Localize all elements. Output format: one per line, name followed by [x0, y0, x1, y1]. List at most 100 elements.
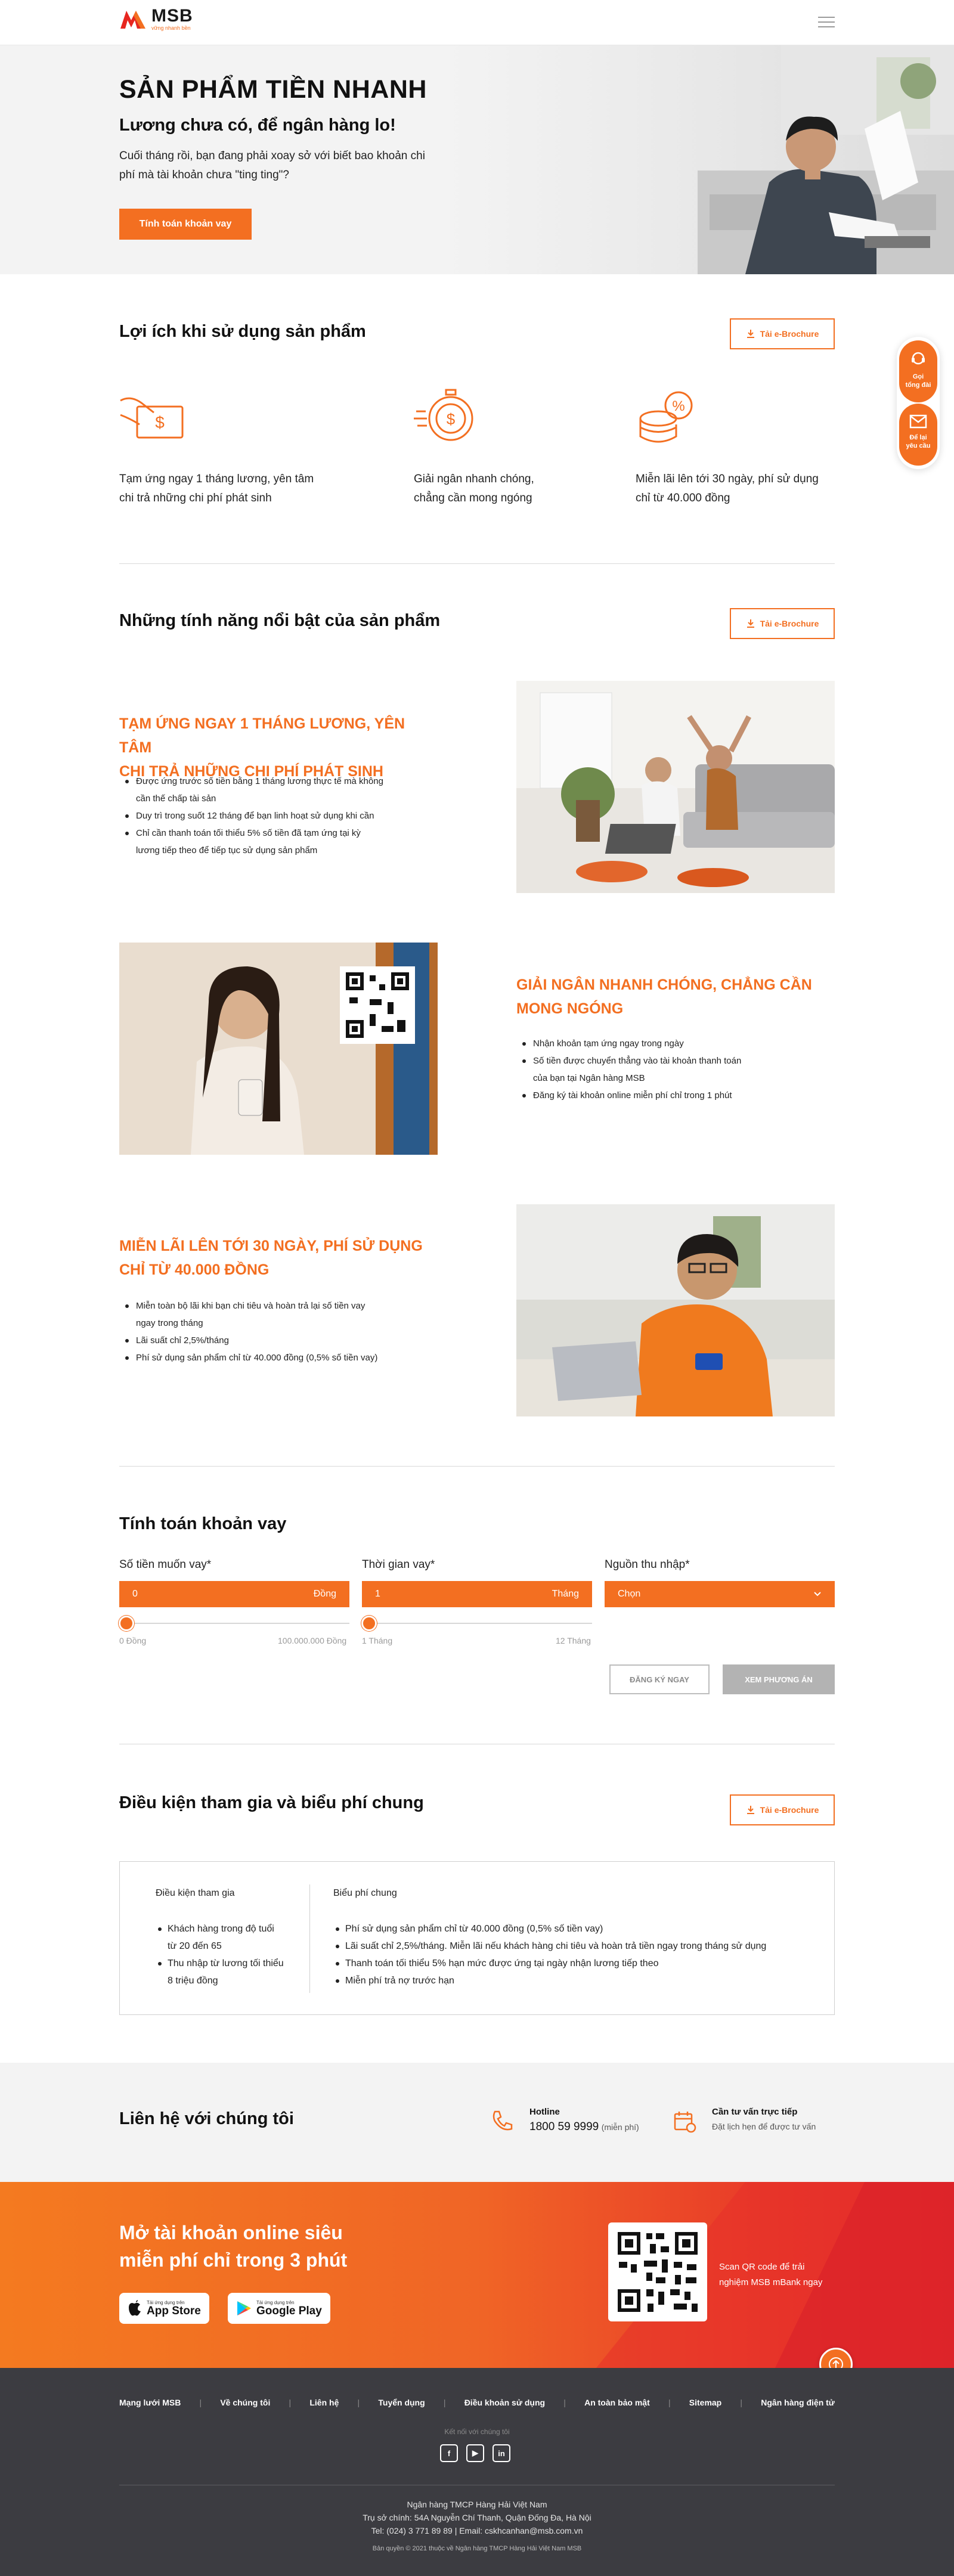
- chevron-down-icon: [814, 1592, 821, 1597]
- separator: |: [199, 2398, 202, 2407]
- benefit-3-line2: chỉ từ 40.000 đồng: [636, 492, 730, 504]
- facebook-icon[interactable]: f: [440, 2444, 458, 2462]
- svg-text:$: $: [155, 413, 165, 432]
- footer-link-ebanking[interactable]: Ngân hàng điện tử: [761, 2398, 835, 2407]
- feature-2-photo: [119, 943, 438, 1155]
- money-hand-icon: $: [119, 389, 185, 449]
- hero-subtitle: Lương chưa có, để ngân hàng lo!: [119, 116, 396, 135]
- brochure-button-benefits[interactable]: Tải e-Brochure: [730, 318, 835, 349]
- brochure-button-features[interactable]: Tải e-Brochure: [730, 608, 835, 639]
- fees-title: Biểu phí chung: [333, 1888, 397, 1898]
- app-store-button[interactable]: Tải ứng dụng trên App Store: [119, 2293, 209, 2324]
- separator: |: [357, 2398, 360, 2407]
- leave-request-label-2: yêu cầu: [906, 442, 931, 450]
- bank-name: Ngân hàng TMCP Hàng Hải Việt Nam: [407, 2500, 547, 2509]
- site-footer: Mạng lưới MSB | Về chúng tôi | Liên hệ | Tu…: [0, 2368, 954, 2576]
- brochure-button-conditions[interactable]: Tải e-Brochure: [730, 1794, 835, 1825]
- view-plan-button[interactable]: XEM PHƯƠNG ÁN: [723, 1664, 835, 1694]
- leave-request-button[interactable]: Để lại yêu cầu: [899, 404, 937, 466]
- loan-amount-slider-handle[interactable]: [119, 1616, 134, 1631]
- conditions-box: Điều kiện tham gia Khách hàng trong độ t…: [119, 1861, 835, 2015]
- list-item: của bạn tại Ngân hàng MSB: [533, 1073, 645, 1083]
- hotline-block[interactable]: Hotline 1800 59 9999 (miễn phí): [529, 2107, 639, 2134]
- list-item: Được ứng trước số tiền bằng 1 tháng lươn…: [119, 773, 429, 790]
- benefit-3-line1: Miễn lãi lên tới 30 ngày, phí sử dụng: [636, 473, 819, 485]
- hotline-note: (miễn phí): [601, 2122, 639, 2132]
- feature-2-list: Nhận khoản tạm ứng ngay trong ngày Số ti…: [516, 1035, 803, 1104]
- stopwatch-money-icon: $: [414, 388, 481, 450]
- footer-link-network[interactable]: Mạng lưới MSB: [119, 2398, 181, 2407]
- loan-term-field[interactable]: 1 Tháng: [362, 1581, 592, 1607]
- loan-amount-slider-track[interactable]: [119, 1623, 349, 1624]
- feature-1-list: Được ứng trước số tiền bằng 1 tháng lươn…: [119, 773, 429, 859]
- call-hotline-button[interactable]: Gọi tổng đài: [899, 340, 937, 402]
- hero-image: [447, 45, 954, 274]
- list-item: Đăng ký tài khoản online miễn phí chỉ tr…: [516, 1087, 803, 1104]
- list-item: Lãi suất chỉ 2,5%/tháng: [119, 1332, 429, 1349]
- advice-label: Cần tư vấn trực tiếp: [712, 2107, 798, 2117]
- income-source-select[interactable]: Chọn: [605, 1581, 835, 1607]
- hamburger-icon[interactable]: [818, 13, 835, 30]
- calculator-title: Tính toán khoản vay: [119, 1514, 287, 1533]
- advice-block[interactable]: Cần tư vấn trực tiếp Đặt lịch hẹn để đượ…: [712, 2107, 816, 2131]
- footer-link-about[interactable]: Về chúng tôi: [220, 2398, 270, 2407]
- loan-term-min: 1 Tháng: [362, 1636, 393, 1645]
- income-source-label: Nguồn thu nhập*: [605, 1558, 690, 1571]
- footer-link-security[interactable]: An toàn bảo mật: [584, 2398, 650, 2407]
- list-item: Chỉ cần thanh toán tối thiểu 5% số tiền …: [119, 824, 429, 842]
- loan-amount-field[interactable]: 0 Đồng: [119, 1581, 349, 1607]
- app-download-section: Mở tài khoản online siêu miễn phí chỉ tr…: [0, 2182, 954, 2368]
- qr-instruction: Scan QR code để trải nghiệm MSB mBank ng…: [719, 2262, 823, 2287]
- footer-link-terms[interactable]: Điều khoản sử dụng: [464, 2398, 545, 2407]
- phone-icon: [490, 2109, 514, 2136]
- loan-term-unit: Tháng: [552, 1589, 579, 1599]
- calendar-icon: [673, 2109, 696, 2136]
- footer-link-careers[interactable]: Tuyển dụng: [378, 2398, 425, 2407]
- calculate-loan-button[interactable]: Tính toán khoản vay: [119, 209, 252, 240]
- list-item: từ 20 đến 65: [168, 1941, 222, 1951]
- brochure-label: Tải e-Brochure: [760, 1805, 819, 1815]
- benefits-title: Lợi ích khi sử dụng sản phẩm: [119, 322, 366, 341]
- bank-address: Trụ sở chính: 54A Nguyễn Chí Thanh, Quận…: [363, 2513, 591, 2522]
- list-item: Phí sử dụng sản phẩm chỉ từ 40.000 đồng …: [333, 1920, 822, 1938]
- msb-logo[interactable]: MSB vững nhanh bền: [119, 7, 193, 31]
- loan-amount-unit: Đồng: [313, 1589, 336, 1599]
- hotline-number: 1800 59 9999: [529, 2121, 599, 2133]
- feature-3-title-line1: MIỄN LÃI LÊN TỚI 30 NGÀY, PHÍ SỬ DỤNG: [119, 1238, 423, 1254]
- logo-tagline: vững nhanh bền: [151, 25, 191, 31]
- feature-3-title-line2: CHỈ TỪ 40.000 ĐỒNG: [119, 1261, 270, 1278]
- register-now-button[interactable]: ĐĂNG KÝ NGAY: [609, 1664, 710, 1694]
- list-item: Duy trì trong suốt 12 tháng để bạn linh …: [119, 807, 429, 824]
- loan-amount-value: 0: [132, 1589, 138, 1599]
- footer-link-contact[interactable]: Liên hệ: [309, 2398, 339, 2407]
- mail-icon: [909, 414, 927, 429]
- list-item: 8 triệu đồng: [168, 1976, 218, 1986]
- loan-term-value: 1: [375, 1589, 380, 1599]
- feature-2-title-line2: MONG NGÓNG: [516, 1000, 624, 1017]
- linkedin-icon[interactable]: in: [493, 2444, 510, 2462]
- list-item: Thu nhập từ lương tối thiểu: [156, 1955, 299, 1972]
- download-icon: [747, 1806, 754, 1814]
- app-title: Mở tài khoản online siêu miễn phí chỉ tr…: [119, 2222, 348, 2271]
- list-item: ngay trong tháng: [136, 1318, 203, 1328]
- hotline-label: Hotline: [529, 2107, 560, 2117]
- loan-term-slider-track[interactable]: [362, 1623, 592, 1624]
- apple-icon: [129, 2300, 141, 2316]
- separator: |: [668, 2398, 671, 2407]
- contact-title: Liên hệ với chúng tôi: [119, 2109, 294, 2128]
- footer-nav: Mạng lưới MSB | Về chúng tôi | Liên hệ | Tu…: [119, 2398, 835, 2407]
- list-item: Khách hàng trong độ tuổi: [156, 1920, 299, 1938]
- list-item: Lãi suất chỉ 2,5%/tháng. Miễn lãi nếu kh…: [333, 1938, 822, 1955]
- google-play-button[interactable]: Tải ứng dụng trên Google Play: [228, 2293, 330, 2324]
- benefit-2-line1: Giải ngân nhanh chóng,: [414, 473, 534, 485]
- divider: [119, 563, 835, 564]
- loan-term-slider-handle[interactable]: [361, 1616, 377, 1631]
- youtube-icon[interactable]: ▶: [466, 2444, 484, 2462]
- benefit-1-line2: chi trả những chi phí phát sinh: [119, 492, 272, 504]
- separator: |: [740, 2398, 743, 2407]
- contact-section: Liên hệ với chúng tôi Hotline 1800 59 99…: [0, 2063, 954, 2182]
- benefit-2-text: Giải ngân nhanh chóng, chẳng cần mong ng…: [414, 470, 534, 508]
- svg-text:$: $: [447, 410, 456, 428]
- footer-link-sitemap[interactable]: Sitemap: [689, 2398, 721, 2407]
- advice-note: Đặt lịch hẹn để được tư vấn: [712, 2122, 816, 2131]
